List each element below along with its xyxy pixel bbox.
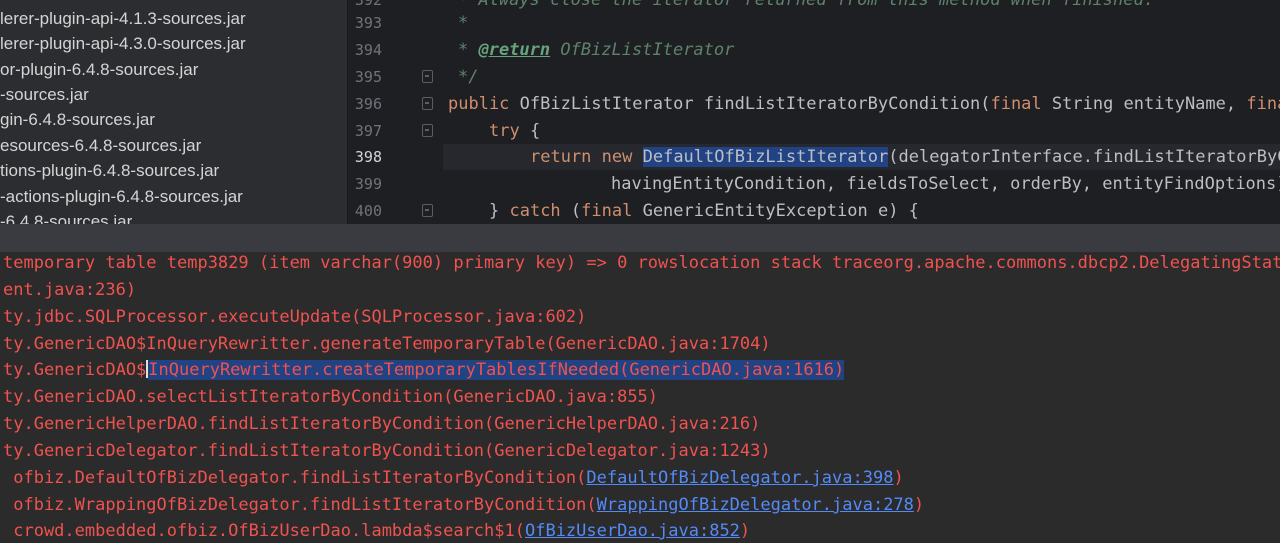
code-text: (: [560, 201, 582, 221]
console-line: ofbiz.WrappingOfBizDelegator.findListIte…: [3, 492, 924, 519]
console-text: ): [739, 521, 751, 541]
line-number: 395: [354, 68, 382, 86]
console-line: ty.GenericDAO$InQueryRewritter.generateT…: [3, 334, 771, 354]
keyword: final: [990, 94, 1042, 114]
fold-marker-icon[interactable]: [422, 70, 433, 83]
selected-identifier[interactable]: DefaultOfBizListIterator: [642, 147, 889, 167]
line-number: 394: [354, 41, 382, 59]
code-line-398: return new DefaultOfBizListIterator(dele…: [530, 144, 1280, 170]
console-text: crowd.embedded.ofbiz.OfBizUserDao.lambda…: [3, 521, 525, 541]
keyword: public: [448, 94, 510, 114]
line-number-current: 398: [354, 148, 382, 166]
source-link[interactable]: OfBizUserDao.java:852: [525, 521, 740, 541]
code-text: GenericEntityException e) {: [632, 201, 919, 221]
console-line: ty.GenericDAO.selectListIteratorByCondit…: [3, 387, 659, 407]
console-output[interactable]: temporary table temp3829 (item varchar(9…: [0, 252, 1280, 543]
line-number: 396: [354, 95, 382, 113]
console-text: ofbiz.DefaultOfBizDelegator.findListIter…: [3, 468, 587, 488]
console-line: temporary table temp3829 (item varchar(9…: [3, 253, 1280, 273]
line-number: 400: [354, 202, 382, 220]
code-line-399: havingEntityCondition, fieldsToSelect, o…: [611, 174, 1280, 194]
console-line: ty.GenericHelperDAO.findListIteratorByCo…: [3, 414, 761, 434]
code-line-394: * @return OfBizListIterator: [458, 37, 734, 63]
keyword: catch: [509, 201, 561, 221]
tree-item-jar[interactable]: -actions-plugin-6.4.8-sources.jar: [0, 184, 243, 209]
project-tree-panel: lerer-plugin-api-4.1.3-sources.jar lerer…: [0, 0, 347, 224]
console-text: ty.GenericDAO$: [3, 360, 147, 380]
line-number: 393: [354, 14, 382, 32]
tree-item-jar[interactable]: -sources.jar: [0, 82, 89, 107]
tree-item-jar[interactable]: lerer-plugin-api-4.3.0-sources.jar: [0, 31, 246, 56]
console-line: ofbiz.DefaultOfBizDelegator.findListIter…: [3, 465, 904, 492]
code-line-392: * Always close the iterator returned fro…: [458, 0, 1154, 10]
console-line: ent.java:236): [3, 280, 137, 300]
doc-return-tag: @return: [478, 40, 551, 60]
fold-marker-icon[interactable]: [422, 204, 433, 217]
tree-item-jar[interactable]: -6.4.8-sources.jar: [0, 209, 132, 224]
line-number: 397: [354, 122, 382, 140]
fold-marker-icon[interactable]: [422, 124, 433, 137]
tree-item-jar[interactable]: tions-plugin-6.4.8-sources.jar: [0, 158, 219, 183]
console-line: crowd.embedded.ofbiz.OfBizUserDao.lambda…: [3, 518, 750, 543]
panel-divider[interactable]: [0, 224, 1280, 252]
line-number-gutter: 392 393 394 395 396 397 398 399 400: [348, 0, 443, 224]
code-line-396: public OfBizListIterator findListIterato…: [448, 91, 1280, 117]
doc-text: *: [458, 40, 479, 60]
console-line: ty.jdbc.SQLProcessor.executeUpdate(SQLPr…: [3, 307, 587, 327]
code-line-395: */: [458, 67, 479, 87]
keyword: try: [489, 121, 520, 141]
code-text: String entityName,: [1041, 94, 1247, 114]
code-text: (delegatorInterface.findListIteratorByC: [888, 147, 1280, 167]
code-line-397: try {: [489, 118, 540, 144]
code-line-400: } catch (final GenericEntityException e)…: [489, 198, 919, 224]
code-line-393: *: [458, 13, 469, 33]
tree-item-jar[interactable]: lerer-plugin-api-4.1.3-sources.jar: [0, 6, 246, 31]
console-text: ): [913, 495, 925, 515]
tree-item-jar[interactable]: gin-6.4.8-sources.jar: [0, 107, 155, 132]
code-text: {: [519, 121, 541, 141]
line-number: 399: [354, 175, 382, 193]
console-line-selected: ty.GenericDAO$ InQueryRewritter.createTem…: [3, 357, 845, 384]
keyword: return new: [530, 147, 633, 167]
keyword: fina: [1246, 94, 1280, 114]
code-editor[interactable]: 392 393 394 395 396 397 398 399 400 * Al…: [347, 0, 1280, 224]
code-text: }: [489, 201, 510, 221]
keyword: final: [581, 201, 633, 221]
console-text: ): [893, 468, 904, 488]
console-line: ty.GenericDelegator.findListIteratorByCo…: [3, 441, 771, 461]
doc-return-type: OfBizListIterator: [550, 40, 735, 60]
console-text: ofbiz.WrappingOfBizDelegator.findListIte…: [3, 495, 597, 515]
tree-item-jar[interactable]: esources-6.4.8-sources.jar: [0, 133, 201, 158]
source-link[interactable]: DefaultOfBizDelegator.java:398: [586, 468, 893, 488]
code-text: OfBizListIterator findListIteratorByCond…: [509, 94, 991, 114]
fold-marker-icon[interactable]: [422, 97, 433, 110]
source-link[interactable]: WrappingOfBizDelegator.java:278: [597, 495, 914, 515]
tree-item-jar[interactable]: or-plugin-6.4.8-sources.jar: [0, 57, 198, 82]
console-selection[interactable]: InQueryRewritter.createTemporaryTablesIf…: [148, 360, 845, 380]
